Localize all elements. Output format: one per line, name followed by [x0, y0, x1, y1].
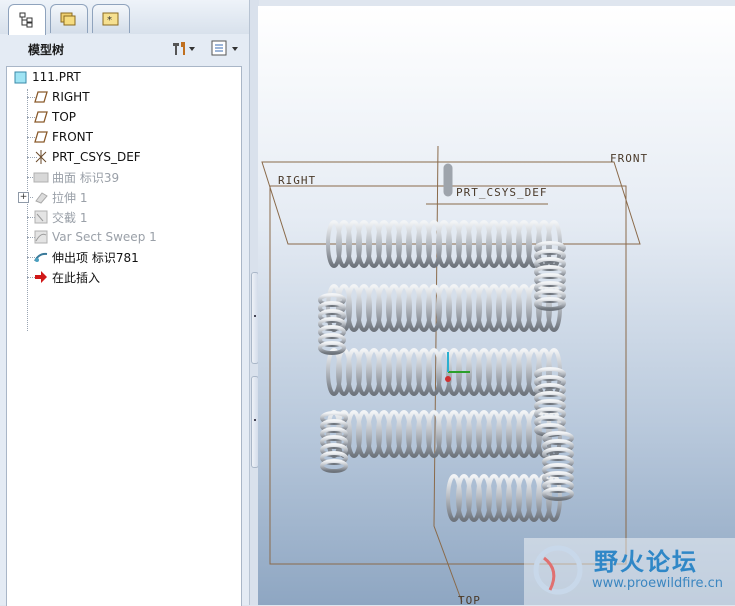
extrude-icon — [33, 189, 49, 205]
tree-settings-button[interactable] — [170, 40, 196, 58]
svg-text:*: * — [107, 15, 112, 26]
model-tree: 111.PRT RIGHT TOP FRONT PRT_CSYS_DEF 曲面 … — [6, 66, 242, 606]
tree-item-protrusion[interactable]: 伸出项 标识781 — [33, 247, 139, 267]
model-tree-header: 模型树 — [6, 36, 244, 62]
watermark-logo — [530, 540, 590, 603]
watermark-title: 野火论坛 — [594, 548, 698, 576]
tree-item-surface[interactable]: 曲面 标识39 — [33, 167, 119, 187]
tree-show-icon — [210, 39, 240, 60]
coil-bend-turn — [318, 341, 346, 355]
navigator-panel: * 模型树 111.PRT RIGHT TOP FRONT PRT_CSYS_D… — [0, 0, 249, 606]
helical-coil-model — [318, 163, 574, 522]
tree-item-intersect[interactable]: 交截 1 — [33, 207, 87, 227]
tree-item-label: 拉伸 1 — [52, 190, 88, 205]
tree-item-csys[interactable]: PRT_CSYS_DEF — [33, 147, 141, 167]
tree-item-label: 交截 1 — [52, 210, 88, 225]
tree-item-sweep[interactable]: Var Sect Sweep 1 — [33, 227, 157, 247]
tree-item-label: PRT_CSYS_DEF — [52, 150, 141, 164]
datum-plane-icon — [33, 89, 49, 105]
protrusion-icon — [33, 249, 49, 265]
graphics-window[interactable]: FRONT RIGHT PRT_CSYS_DEF TOP — [258, 6, 735, 605]
tree-item-label: 在此插入 — [52, 270, 101, 285]
intersect-icon — [33, 209, 49, 225]
insert-here-arrow-icon — [33, 269, 49, 285]
forum-watermark: 野火论坛 www.proewildfire.cn — [524, 538, 735, 605]
folder-browser-icon — [59, 10, 79, 28]
watermark-url: www.proewildfire.cn — [592, 576, 723, 591]
datum-label-csys: PRT_CSYS_DEF — [456, 186, 548, 199]
tab-favorites[interactable]: * — [92, 4, 130, 33]
tab-model-tree[interactable] — [8, 4, 46, 35]
tree-show-button[interactable] — [210, 40, 240, 58]
tree-item-front[interactable]: FRONT — [33, 127, 93, 147]
tree-item-label: FRONT — [52, 130, 93, 144]
tree-item-part[interactable]: 111.PRT — [13, 67, 81, 87]
tree-item-label: 曲面 标识39 — [52, 170, 120, 185]
coil-bend-turn — [320, 459, 348, 473]
tree-connector — [27, 89, 28, 331]
tree-item-label: RIGHT — [52, 90, 90, 104]
tree-item-label: 111.PRT — [32, 70, 81, 84]
model-tree-title: 模型树 — [28, 43, 65, 57]
datum-plane-icon — [33, 129, 49, 145]
sweep-icon — [33, 229, 49, 245]
datum-label-top: TOP — [458, 594, 481, 605]
tree-item-insert-here[interactable]: 在此插入 — [33, 267, 100, 287]
tree-item-top[interactable]: TOP — [33, 107, 76, 127]
datum-label-front: FRONT — [610, 152, 649, 165]
navigator-tabs: * — [0, 0, 249, 35]
model-view — [261, 145, 641, 603]
datum-label-right: RIGHT — [278, 174, 317, 187]
model-tree-icon — [18, 12, 36, 28]
tree-settings-icon — [170, 39, 196, 60]
tree-item-label: 伸出项 标识781 — [52, 250, 139, 265]
favorites-icon: * — [101, 10, 121, 28]
tree-item-label: Var Sect Sweep 1 — [52, 230, 157, 244]
tree-item-right[interactable]: RIGHT — [33, 87, 90, 107]
tree-item-extrude[interactable]: 拉伸 1 — [33, 187, 87, 207]
csys-icon — [33, 149, 49, 165]
tab-folder-browser[interactable] — [50, 4, 88, 33]
surface-icon — [33, 169, 49, 185]
datum-plane-icon — [33, 109, 49, 125]
part-icon — [13, 69, 29, 85]
tree-item-label: TOP — [52, 110, 77, 124]
